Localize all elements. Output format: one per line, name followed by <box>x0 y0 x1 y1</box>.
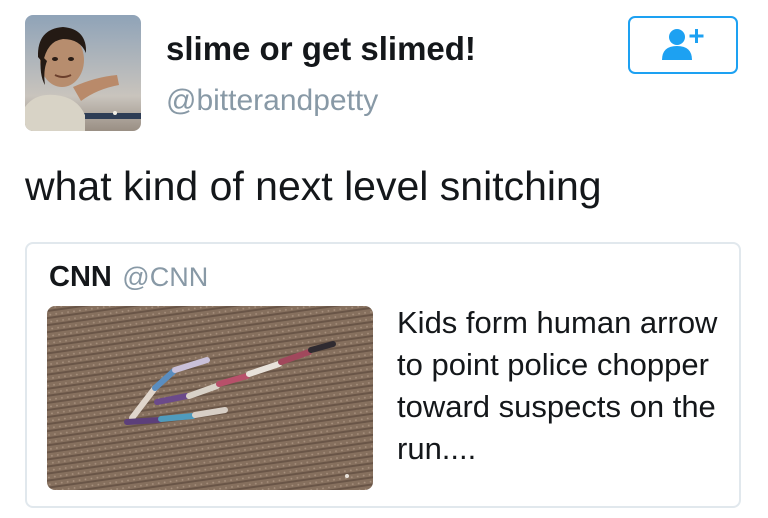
avatar-image <box>25 15 141 131</box>
quoted-tweet-card[interactable]: CNN @CNN Kids form human arrow to point … <box>25 242 741 508</box>
display-name[interactable]: slime or get slimed! <box>166 30 476 68</box>
follow-button[interactable] <box>628 16 738 74</box>
human-arrow-photo <box>47 306 373 490</box>
user-avatar[interactable] <box>25 15 141 131</box>
quoted-author-handle: @CNN <box>122 262 209 292</box>
tweet-text: what kind of next level snitching <box>25 163 602 209</box>
quoted-author-name: CNN <box>49 261 112 293</box>
quoted-tweet-image[interactable] <box>47 306 373 490</box>
quoted-tweet-header: CNN @CNN <box>49 261 208 294</box>
quoted-tweet-text: Kids form human arrow to point police ch… <box>397 305 718 466</box>
add-user-icon <box>662 29 704 60</box>
user-handle[interactable]: @bitterandpetty <box>166 84 378 118</box>
